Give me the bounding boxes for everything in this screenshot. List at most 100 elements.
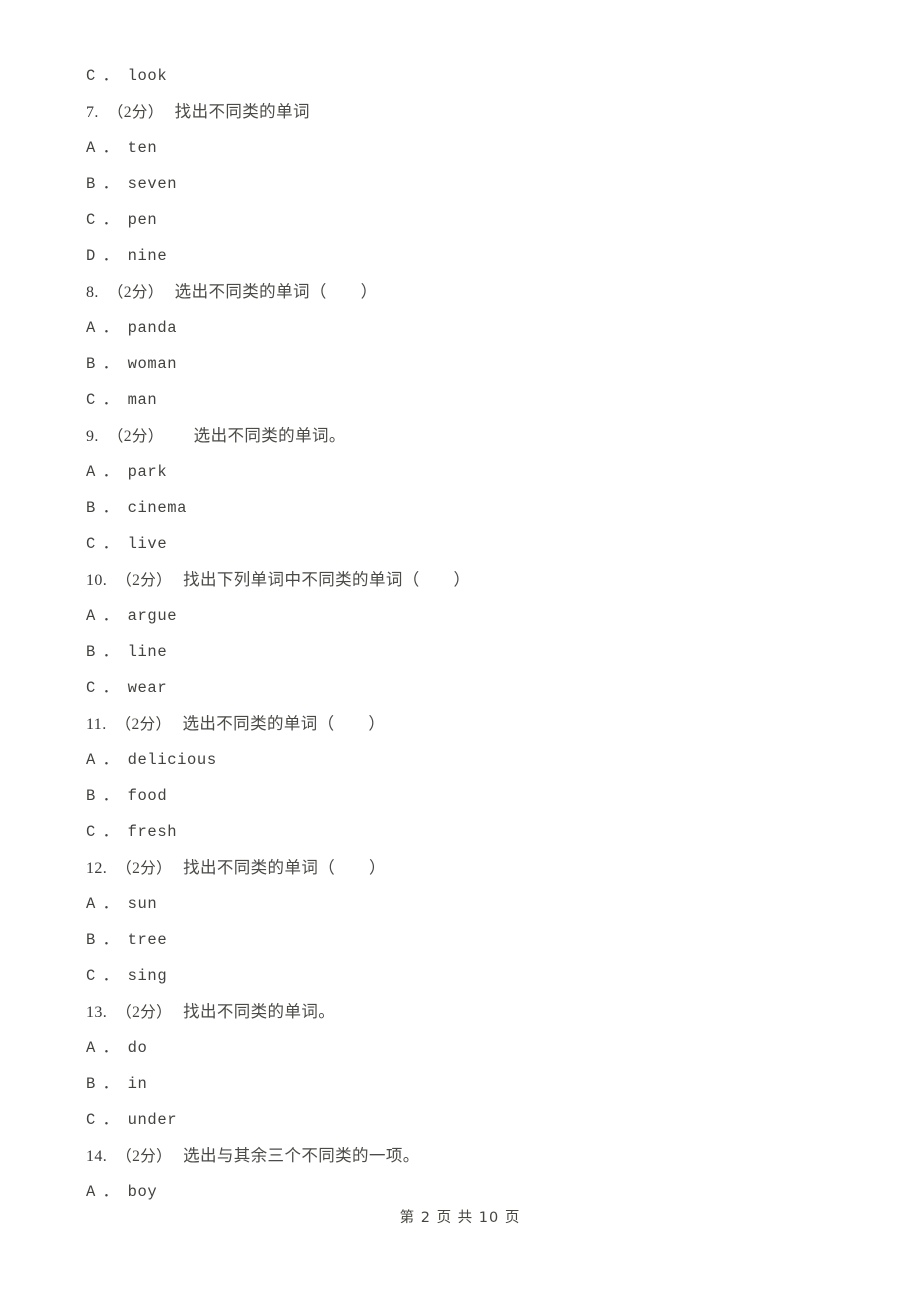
option-word[interactable]: park — [128, 463, 168, 481]
option-letter[interactable]: A — [86, 319, 96, 337]
question-number: 8. — [86, 284, 99, 301]
question-number: 11. — [86, 716, 107, 733]
option-word[interactable]: delicious — [128, 751, 217, 769]
question-score: （2分） — [116, 1004, 173, 1021]
option-word[interactable]: nine — [128, 247, 168, 265]
answer-option: B ． cinema — [86, 490, 846, 526]
answer-option: C ． look — [86, 58, 846, 94]
answer-blank-parentheses[interactable]: （ ） — [318, 858, 386, 877]
answer-blank-parentheses[interactable]: （ ） — [318, 714, 386, 733]
option-word[interactable]: in — [128, 1075, 148, 1093]
question-stem: 13. （2分） 找出不同类的单词。 — [86, 994, 846, 1030]
option-separator: ． — [102, 1111, 119, 1129]
option-word[interactable]: sing — [128, 967, 168, 985]
option-word[interactable]: pen — [128, 211, 158, 229]
option-letter[interactable]: C — [86, 823, 96, 841]
option-letter[interactable]: B — [86, 787, 96, 805]
option-letter[interactable]: B — [86, 1075, 96, 1093]
option-letter[interactable]: A — [86, 463, 96, 481]
question-score: （2分） — [115, 716, 172, 733]
option-separator: ． — [102, 1039, 119, 1057]
option-separator: ． — [102, 355, 119, 373]
question-text: 选出不同类的单词 — [174, 282, 310, 301]
option-word[interactable]: panda — [128, 319, 178, 337]
option-word[interactable]: boy — [128, 1183, 158, 1201]
answer-option: B ． in — [86, 1066, 846, 1102]
question-number: 13. — [86, 1004, 108, 1021]
question-number: 7. — [86, 104, 99, 121]
question-text: 选出不同类的单词。 — [193, 426, 346, 445]
option-letter[interactable]: C — [86, 679, 96, 697]
option-separator: ． — [102, 67, 119, 85]
option-separator: ． — [102, 607, 119, 625]
option-word[interactable]: look — [128, 67, 168, 85]
question-score: （2分） — [107, 104, 164, 121]
question-text: 找出不同类的单词 — [183, 858, 319, 877]
option-separator: ． — [102, 391, 119, 409]
option-letter[interactable]: C — [86, 535, 96, 553]
option-word[interactable]: fresh — [128, 823, 178, 841]
option-separator: ． — [102, 787, 119, 805]
answer-blank-parentheses[interactable]: （ ） — [310, 282, 378, 301]
answer-option: C ． pen — [86, 202, 846, 238]
answer-option: A ． boy — [86, 1174, 846, 1210]
option-letter[interactable]: A — [86, 607, 96, 625]
option-separator: ． — [102, 967, 119, 985]
option-word[interactable]: ten — [128, 139, 158, 157]
answer-option: A ． park — [86, 454, 846, 490]
question-stem: 8. （2分） 选出不同类的单词（ ） — [86, 274, 846, 310]
option-word[interactable]: argue — [128, 607, 178, 625]
answer-option: C ． fresh — [86, 814, 846, 850]
option-separator: ． — [102, 535, 119, 553]
option-word[interactable]: woman — [128, 355, 178, 373]
option-word[interactable]: food — [128, 787, 168, 805]
answer-option: A ． sun — [86, 886, 846, 922]
option-word[interactable]: seven — [128, 175, 178, 193]
option-letter[interactable]: A — [86, 139, 96, 157]
question-stem: 7. （2分） 找出不同类的单词 — [86, 94, 846, 130]
question-stem: 9. （2分） 选出不同类的单词。 — [86, 418, 846, 454]
question-stem: 10. （2分） 找出下列单词中不同类的单词（ ） — [86, 562, 846, 598]
option-word[interactable]: wear — [128, 679, 168, 697]
option-letter[interactable]: C — [86, 211, 96, 229]
option-word[interactable]: under — [128, 1111, 178, 1129]
option-letter[interactable]: B — [86, 643, 96, 661]
option-word[interactable]: man — [128, 391, 158, 409]
answer-blank-parentheses[interactable]: （ ） — [403, 570, 471, 589]
option-word[interactable]: tree — [128, 931, 168, 949]
question-list: C ． look 7. （2分） 找出不同类的单词 A ． ten B ． seven C ． pen D ． n… — [86, 58, 846, 1210]
option-letter[interactable]: C — [86, 391, 96, 409]
option-letter[interactable]: B — [86, 931, 96, 949]
option-word[interactable]: sun — [128, 895, 158, 913]
option-letter[interactable]: A — [86, 1183, 96, 1201]
page-footer: 第 2 页 共 10 页 — [399, 1210, 521, 1226]
option-letter[interactable]: A — [86, 751, 96, 769]
option-word[interactable]: do — [128, 1039, 148, 1057]
option-separator: ． — [102, 247, 119, 265]
question-number: 12. — [86, 860, 108, 877]
option-letter[interactable]: B — [86, 175, 96, 193]
option-letter[interactable]: A — [86, 895, 96, 913]
option-letter[interactable]: C — [86, 67, 96, 85]
option-word[interactable]: live — [128, 535, 168, 553]
option-letter[interactable]: B — [86, 499, 96, 517]
option-separator: ． — [102, 931, 119, 949]
answer-option: B ． seven — [86, 166, 846, 202]
option-word[interactable]: line — [128, 643, 168, 661]
document-page: C ． look 7. （2分） 找出不同类的单词 A ． ten B ． seven C ． pen D ． n… — [0, 0, 920, 1302]
question-text: 选出不同类的单词 — [182, 714, 318, 733]
option-letter[interactable]: C — [86, 1111, 96, 1129]
option-letter[interactable]: D — [86, 247, 96, 265]
option-letter[interactable]: C — [86, 967, 96, 985]
option-separator: ． — [102, 643, 119, 661]
option-separator: ． — [102, 679, 119, 697]
question-score: （2分） — [107, 284, 164, 301]
option-separator: ． — [102, 1075, 119, 1093]
option-word[interactable]: cinema — [128, 499, 187, 517]
option-letter[interactable]: B — [86, 355, 96, 373]
option-separator: ． — [102, 499, 119, 517]
question-text: 选出与其余三个不同类的一项。 — [183, 1146, 420, 1165]
question-score: （2分） — [116, 1148, 173, 1165]
option-letter[interactable]: A — [86, 1039, 96, 1057]
option-separator: ． — [102, 139, 119, 157]
